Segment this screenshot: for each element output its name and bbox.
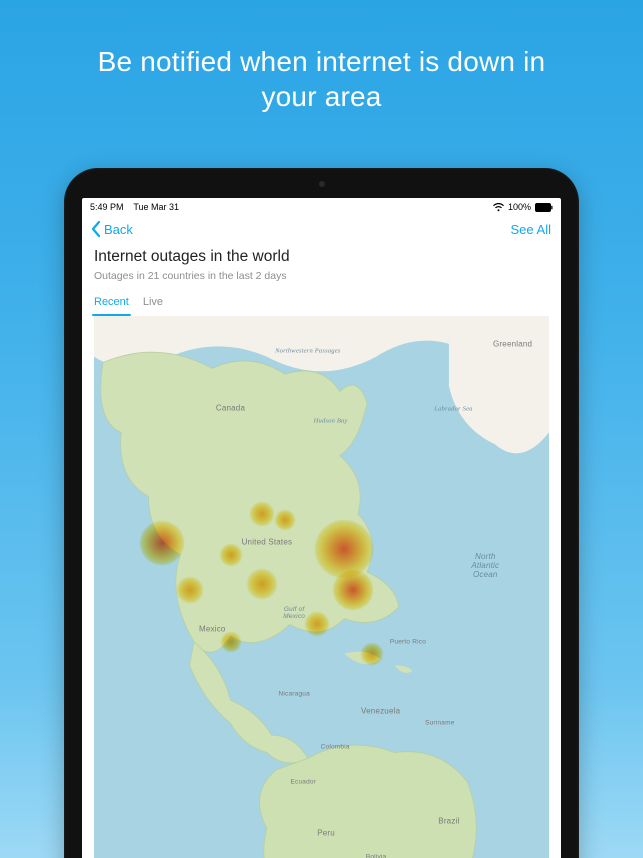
map-label-usa: United States <box>242 539 293 548</box>
tablet-screen: 5:49 PM Tue Mar 31 100% <box>82 198 561 858</box>
tabs: Recent Live <box>82 282 561 316</box>
map-label-nwp: Northwestern Passages <box>275 347 340 354</box>
back-label: Back <box>104 222 133 237</box>
status-time: 5:49 PM <box>90 202 124 212</box>
map-label-brazil: Brazil <box>438 818 459 827</box>
map-label-colombia: Colombia <box>321 743 350 750</box>
map-label-natl: NorthAtlanticOcean <box>471 553 499 579</box>
hotspot <box>315 520 373 578</box>
promo-headline-line2: your area <box>261 81 381 112</box>
see-all-link[interactable]: See All <box>511 222 551 237</box>
page-subtitle: Outages in 21 countries in the last 2 da… <box>94 270 549 282</box>
outage-map[interactable]: Canada Greenland Northwestern Passages H… <box>94 316 549 858</box>
hotspot <box>361 643 383 665</box>
wifi-icon <box>493 203 504 212</box>
back-button[interactable]: Back <box>88 220 133 238</box>
status-bar-right: 100% <box>493 202 553 212</box>
hotspot <box>333 570 373 610</box>
status-bar: 5:49 PM Tue Mar 31 100% <box>82 198 561 214</box>
battery-icon <box>535 203 553 212</box>
map-label-gulf: Gulf ofMexico <box>283 606 305 620</box>
tab-recent[interactable]: Recent <box>94 296 129 316</box>
tab-live-label: Live <box>143 296 163 308</box>
tab-live[interactable]: Live <box>143 296 163 316</box>
status-date: Tue Mar 31 <box>133 202 179 212</box>
tablet-device-frame: 5:49 PM Tue Mar 31 100% <box>64 168 579 858</box>
map-label-puerto: Puerto Rico <box>390 638 426 645</box>
map-label-venezuela: Venezuela <box>361 707 400 716</box>
map-label-nicaragua: Nicaragua <box>278 691 309 698</box>
nav-bar: Back See All <box>82 214 561 246</box>
map-label-peru: Peru <box>317 830 335 839</box>
hotspot <box>140 521 184 565</box>
status-bar-left: 5:49 PM Tue Mar 31 <box>90 202 179 212</box>
map-label-labrador: Labrador Sea <box>434 406 472 413</box>
map-container: Canada Greenland Northwestern Passages H… <box>82 316 561 858</box>
hotspot <box>275 510 295 530</box>
map-svg <box>94 316 549 858</box>
promo-headline-line1: Be notified when internet is down in <box>98 46 546 77</box>
hotspot <box>177 577 203 603</box>
hotspot <box>221 632 241 652</box>
hotspot <box>305 612 329 636</box>
status-battery-pct: 100% <box>508 202 531 212</box>
map-label-suriname: Suriname <box>425 720 454 727</box>
map-label-hudson: Hudson Bay <box>314 417 348 424</box>
hotspot <box>250 502 274 526</box>
hotspot <box>247 569 277 599</box>
map-label-ecuador: Ecuador <box>290 778 316 785</box>
hotspot <box>220 544 242 566</box>
chevron-left-icon <box>88 220 104 238</box>
see-all-label: See All <box>511 222 551 237</box>
page-heading: Internet outages in the world Outages in… <box>82 246 561 282</box>
map-label-greenland: Greenland <box>493 341 532 350</box>
map-label-canada: Canada <box>216 405 245 414</box>
map-label-bolivia: Bolivia <box>366 854 387 858</box>
tab-recent-label: Recent <box>94 296 129 308</box>
map-label-mexico: Mexico <box>199 626 226 635</box>
promo-headline: Be notified when internet is down in you… <box>0 44 643 114</box>
page-title: Internet outages in the world <box>94 248 549 266</box>
